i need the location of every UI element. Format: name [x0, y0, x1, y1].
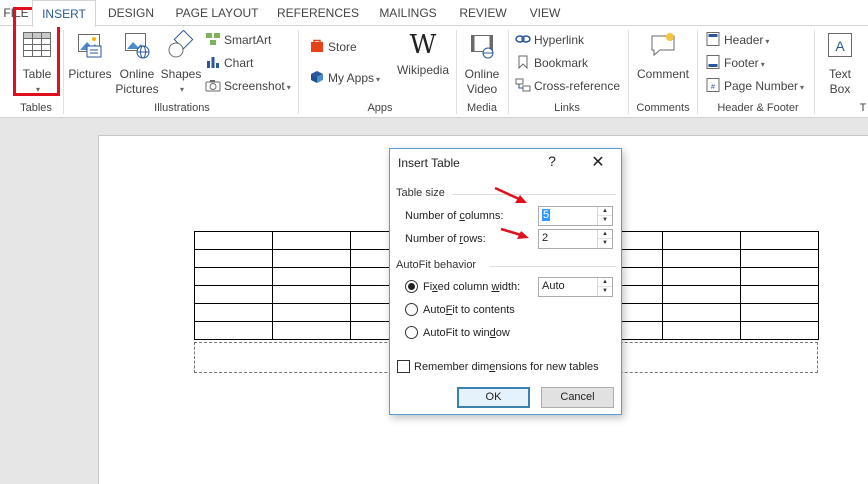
tab-insert[interactable]: INSERT — [32, 0, 96, 27]
arrow-to-columns — [494, 186, 527, 203]
annotation-arrows — [494, 186, 529, 239]
arrow-to-rows — [500, 227, 529, 239]
